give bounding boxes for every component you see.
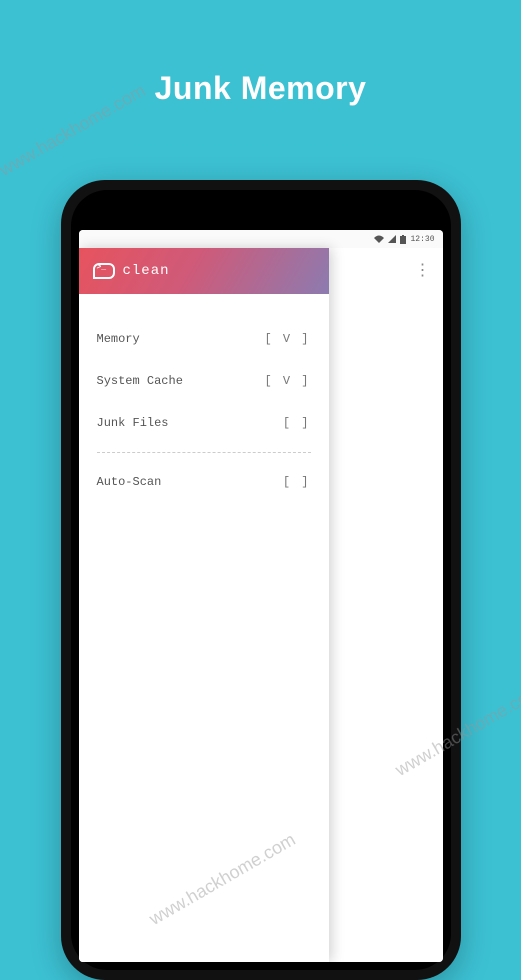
checkbox-indicator: [ V ]: [264, 374, 310, 388]
checkbox-indicator: [ ]: [283, 416, 311, 430]
app-logo-icon: [93, 263, 115, 279]
menu-divider: [97, 452, 311, 453]
menu-label: Junk Files: [97, 416, 169, 430]
drawer-body: Memory [ V ] System Cache [ V ] Junk Fil…: [79, 294, 329, 527]
status-bar: 12:30: [79, 230, 443, 248]
promo-title: Junk Memory: [0, 0, 521, 107]
menu-item-junk-files[interactable]: Junk Files [ ]: [97, 402, 311, 444]
app-title: clean: [123, 263, 170, 279]
status-time: 12:30: [410, 235, 434, 244]
wifi-icon: [374, 235, 384, 243]
menu-item-memory[interactable]: Memory [ V ]: [97, 318, 311, 360]
menu-label: Memory: [97, 332, 140, 346]
overflow-menu-icon[interactable]: ⋮: [415, 263, 431, 279]
menu-label: System Cache: [97, 374, 183, 388]
screen: 12:30 ⋮ |||||||||||| |||||||||||| e irec…: [79, 230, 443, 962]
navigation-drawer: clean Memory [ V ] System Cache [ V ] Ju…: [79, 248, 329, 962]
menu-item-system-cache[interactable]: System Cache [ V ]: [97, 360, 311, 402]
checkbox-indicator: [ ]: [283, 475, 311, 489]
menu-label: Auto-Scan: [97, 475, 162, 489]
battery-icon: [400, 235, 406, 244]
device-frame: 12:30 ⋮ |||||||||||| |||||||||||| e irec…: [61, 180, 461, 980]
signal-icon: [388, 235, 396, 243]
drawer-header: clean: [79, 248, 329, 294]
checkbox-indicator: [ V ]: [264, 332, 310, 346]
menu-item-auto-scan[interactable]: Auto-Scan [ ]: [97, 461, 311, 503]
